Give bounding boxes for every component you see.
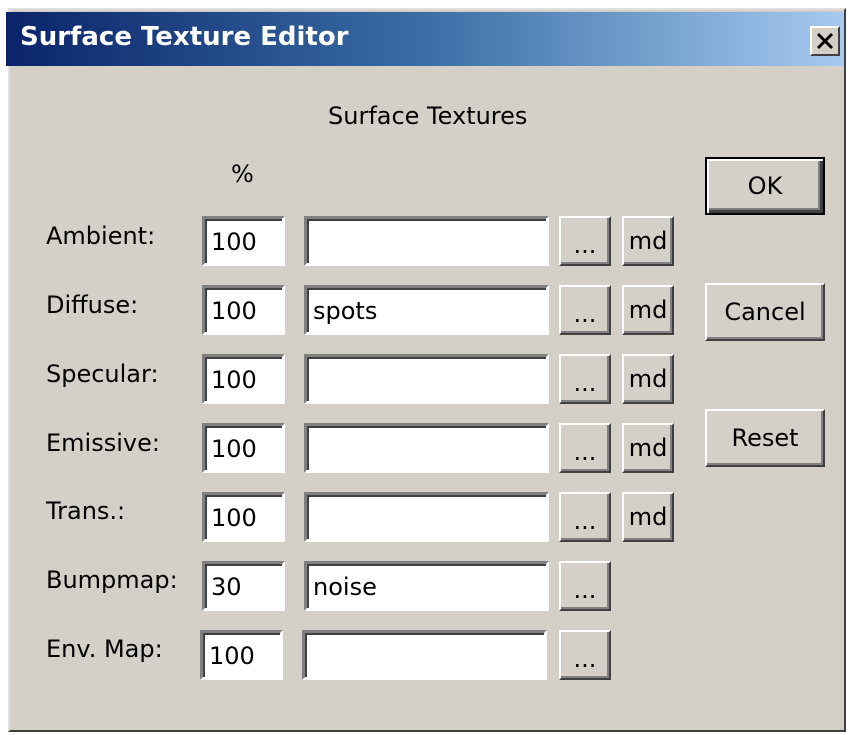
specular-percent-value: 100 [211, 366, 257, 394]
bumpmap-percent-input[interactable]: 30 [202, 561, 285, 611]
cancel-button[interactable]: Cancel [705, 283, 825, 341]
close-button[interactable] [810, 26, 840, 56]
env-map-percent-input[interactable]: 100 [200, 630, 283, 680]
bumpmap-browse-button[interactable]: ... [559, 561, 611, 611]
row-label-bumpmap: Bumpmap: [46, 566, 178, 594]
trans-percent-value: 100 [211, 504, 257, 532]
bumpmap-texture-input[interactable]: noise [304, 561, 549, 611]
emissive-percent-input[interactable]: 100 [202, 423, 285, 473]
diffuse-texture-value: spots [313, 297, 378, 325]
reset-button[interactable]: Reset [705, 409, 825, 467]
diffuse-texture-input[interactable]: spots [304, 285, 549, 335]
diffuse-percent-value: 100 [211, 297, 257, 325]
diffuse-percent-input[interactable]: 100 [202, 285, 285, 335]
ambient-percent-input[interactable]: 100 [202, 216, 285, 266]
row-label-specular: Specular: [46, 360, 159, 388]
ambient-percent-value: 100 [211, 228, 257, 256]
emissive-browse-button[interactable]: ... [559, 423, 611, 473]
emissive-md-button[interactable]: md [622, 423, 674, 473]
bumpmap-texture-value: noise [313, 573, 377, 601]
ambient-texture-input[interactable] [304, 216, 549, 266]
diffuse-md-button[interactable]: md [622, 285, 674, 335]
section-heading: Surface Textures [328, 102, 528, 130]
trans-md-button[interactable]: md [622, 492, 674, 542]
row-label-emissive: Emissive: [46, 429, 160, 457]
env-map-browse-button[interactable]: ... [559, 630, 611, 680]
title-bar[interactable]: Surface Texture Editor [6, 12, 844, 66]
specular-percent-input[interactable]: 100 [202, 354, 285, 404]
trans-browse-button[interactable]: ... [559, 492, 611, 542]
percent-header: % [231, 160, 254, 188]
bumpmap-percent-value: 30 [211, 573, 242, 601]
row-label-trans: Trans.: [46, 497, 126, 525]
window-title: Surface Texture Editor [20, 22, 349, 52]
diffuse-browse-button[interactable]: ... [559, 285, 611, 335]
env-map-texture-input[interactable] [302, 630, 547, 680]
specular-md-button[interactable]: md [622, 354, 674, 404]
emissive-texture-input[interactable] [304, 423, 549, 473]
trans-percent-input[interactable]: 100 [202, 492, 285, 542]
ambient-md-button[interactable]: md [622, 216, 674, 266]
ok-button[interactable]: OK [705, 157, 825, 215]
specular-browse-button[interactable]: ... [559, 354, 611, 404]
emissive-percent-value: 100 [211, 435, 257, 463]
ambient-browse-button[interactable]: ... [559, 216, 611, 266]
row-label-diffuse: Diffuse: [46, 291, 139, 319]
trans-texture-input[interactable] [304, 492, 549, 542]
row-label-ambient: Ambient: [46, 222, 156, 250]
close-icon [816, 32, 834, 50]
env-map-percent-value: 100 [209, 642, 255, 670]
specular-texture-input[interactable] [304, 354, 549, 404]
row-label-env-map: Env. Map: [46, 635, 163, 663]
